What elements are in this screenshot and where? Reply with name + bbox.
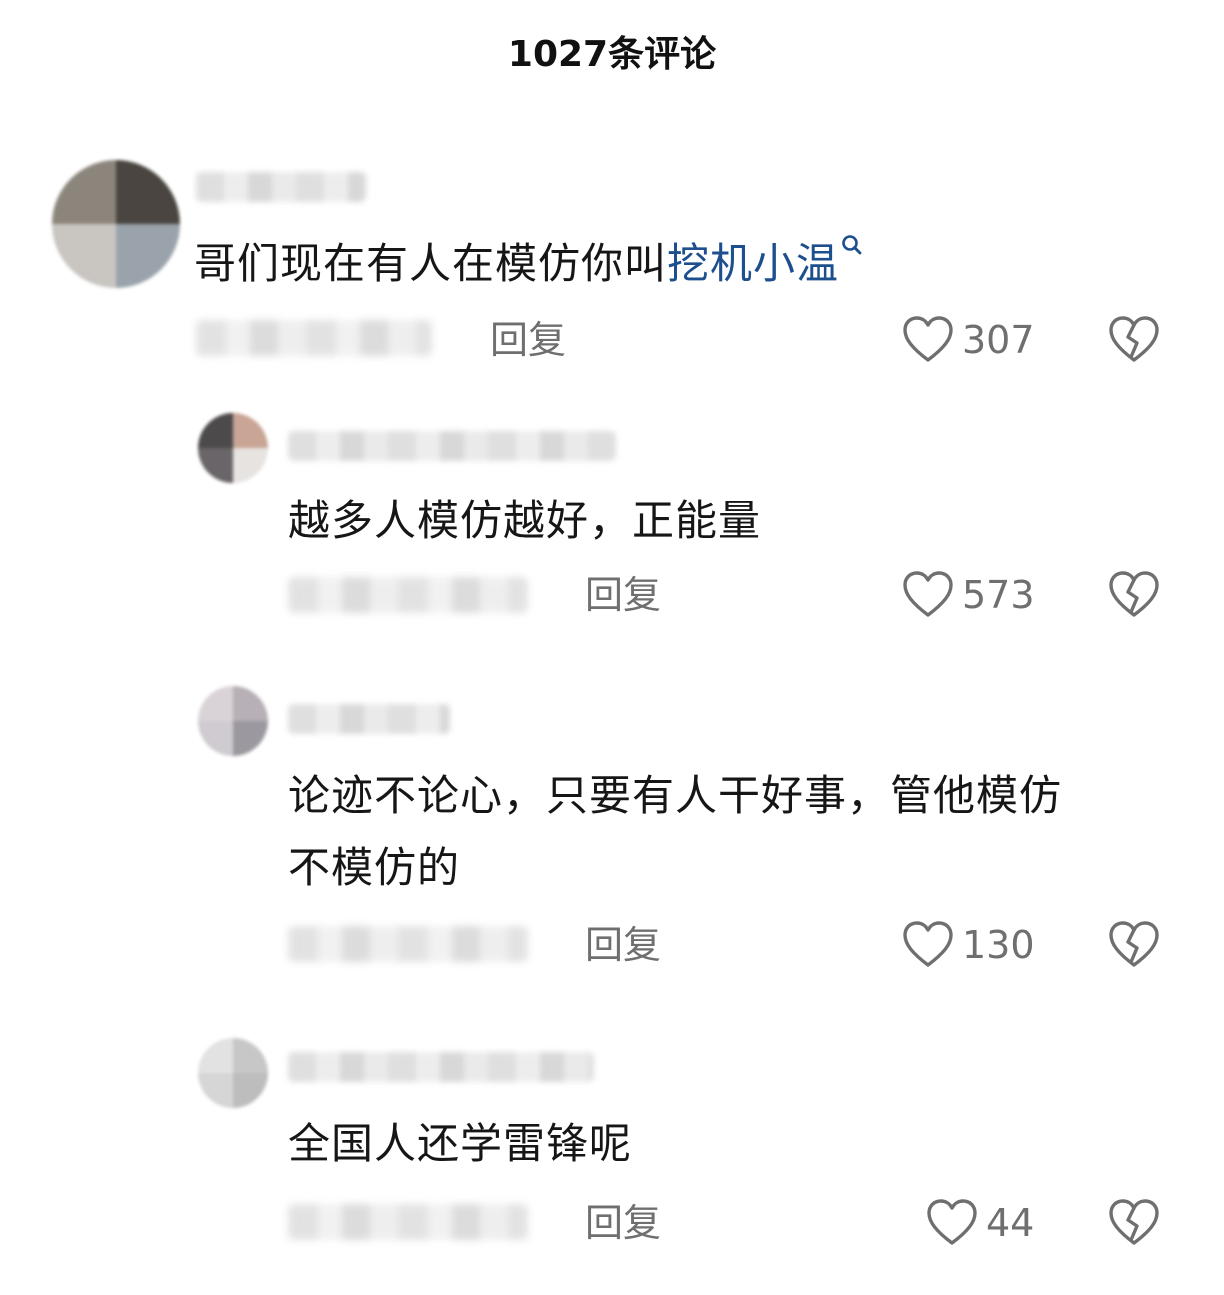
search-icon xyxy=(842,235,862,255)
username[interactable] xyxy=(196,172,366,202)
dislike-button[interactable] xyxy=(1108,570,1160,620)
avatar[interactable] xyxy=(198,686,268,756)
reply-item: 越多人模仿越好，正能量 回复 573 xyxy=(0,405,1224,635)
like-button[interactable]: 130 xyxy=(902,920,1035,970)
comment-text: 哥们现在有人在模仿你叫挖机小温 xyxy=(194,228,863,300)
reply-button[interactable]: 回复 xyxy=(585,1198,661,1248)
search-link[interactable]: 挖机小温 xyxy=(667,235,863,288)
timestamp-location xyxy=(288,577,528,613)
dislike-button[interactable] xyxy=(1108,1198,1160,1248)
timestamp-location xyxy=(288,926,528,962)
timestamp-location xyxy=(288,1204,528,1240)
reply-button[interactable]: 回复 xyxy=(490,315,566,365)
comment-text-line-2: 不模仿的 xyxy=(288,843,461,892)
avatar[interactable] xyxy=(52,160,180,288)
username[interactable] xyxy=(288,704,450,734)
like-button[interactable]: 573 xyxy=(902,570,1035,620)
comment-text-line-1: 论迹不论心，只要有人干好事，管他模仿 xyxy=(288,771,1063,820)
broken-heart-icon xyxy=(1109,921,1159,967)
like-count: 307 xyxy=(962,318,1035,362)
broken-heart-icon xyxy=(1109,1199,1159,1245)
reply-button[interactable]: 回复 xyxy=(585,920,661,970)
heart-icon xyxy=(903,921,953,967)
username[interactable] xyxy=(288,1052,594,1082)
broken-heart-icon xyxy=(1109,316,1159,362)
timestamp-location xyxy=(196,320,432,356)
avatar[interactable] xyxy=(198,1038,268,1108)
dislike-button[interactable] xyxy=(1108,920,1160,970)
comment-text: 越多人模仿越好，正能量 xyxy=(288,496,762,545)
comment-item: 哥们现在有人在模仿你叫挖机小温 回复 307 xyxy=(0,150,1224,380)
username[interactable] xyxy=(288,431,616,461)
like-button[interactable]: 307 xyxy=(902,315,1035,365)
comment-count-title: 1027条评论 xyxy=(507,34,717,75)
heart-icon xyxy=(903,571,953,617)
reply-button[interactable]: 回复 xyxy=(585,570,661,620)
heart-icon xyxy=(903,316,953,362)
like-count: 573 xyxy=(962,573,1035,617)
like-count: 130 xyxy=(962,923,1035,967)
avatar[interactable] xyxy=(198,413,268,483)
heart-icon xyxy=(927,1199,977,1245)
like-count: 44 xyxy=(986,1201,1035,1245)
like-button[interactable]: 44 xyxy=(926,1198,1034,1248)
dislike-button[interactable] xyxy=(1108,315,1160,365)
reply-item: 全国人还学雷锋呢 回复 44 xyxy=(0,1032,1224,1262)
comment-text: 全国人还学雷锋呢 xyxy=(288,1119,633,1168)
reply-item: 论迹不论心，只要有人干好事，管他模仿 不模仿的 回复 130 xyxy=(0,680,1224,980)
broken-heart-icon xyxy=(1109,571,1159,617)
